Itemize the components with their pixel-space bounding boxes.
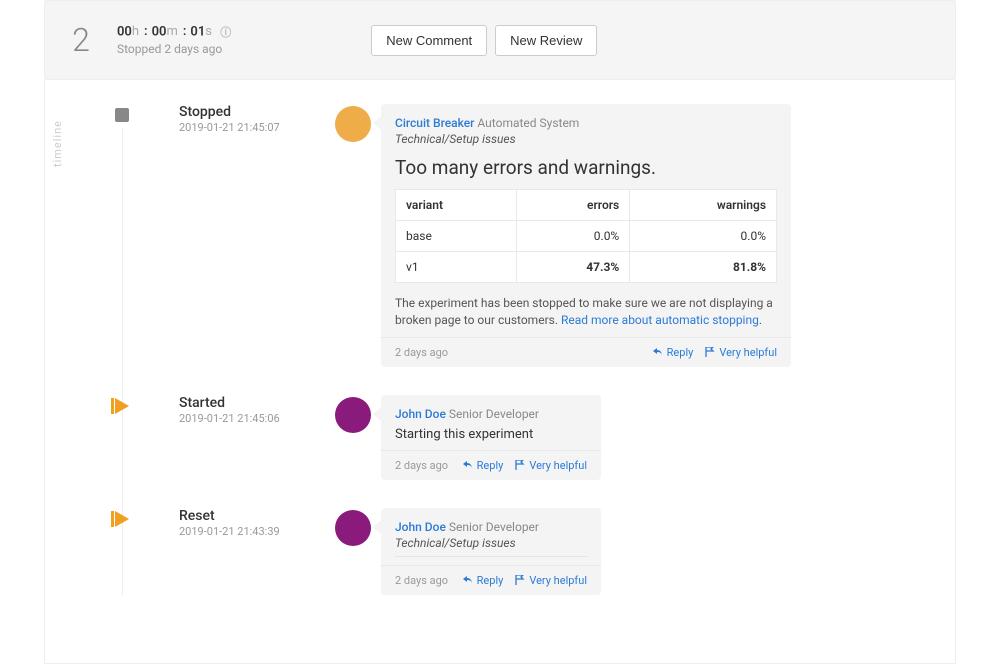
- footer-timestamp: 2 days ago: [395, 459, 451, 472]
- unit-h: h: [132, 24, 139, 39]
- elapsed-timer: 00h:00m:01s ⓘ: [117, 24, 231, 40]
- event-timestamp: 2019-01-21 21:43:39: [179, 525, 325, 538]
- comment-author-line: Circuit Breaker Automated System: [395, 116, 777, 130]
- auto-stop-link[interactable]: Read more about automatic stopping: [561, 313, 759, 327]
- timer-hours: 00: [117, 24, 132, 39]
- timer-subtext: Stopped 2 days ago: [117, 42, 231, 56]
- col-variant: variant: [396, 190, 517, 221]
- unit-s: s: [205, 24, 212, 39]
- issue-tag: Technical/Setup issues: [395, 132, 777, 146]
- avatar: [335, 510, 371, 546]
- event-title: Reset: [179, 508, 325, 524]
- comment-footer: 2 days ago Reply Very helpful: [381, 450, 601, 480]
- reply-action[interactable]: Reply: [463, 459, 504, 472]
- comment-text: Starting this experiment: [395, 427, 587, 442]
- timer-block: 00h:00m:01s ⓘ Stopped 2 days ago: [117, 24, 271, 56]
- cell-variant: v1: [396, 252, 517, 283]
- reply-action[interactable]: Reply: [653, 346, 694, 359]
- timeline-panel: timeline Stopped 2019-01-21 21:45:07 Cir…: [44, 80, 956, 664]
- timeline-label: timeline: [51, 120, 64, 167]
- explain-text: The experiment has been stopped to make …: [395, 295, 777, 329]
- author-name[interactable]: John Doe: [395, 520, 446, 534]
- info-icon[interactable]: ⓘ: [220, 24, 231, 40]
- helpful-action[interactable]: Very helpful: [705, 346, 777, 359]
- author-role: Senior Developer: [449, 520, 539, 534]
- avatar: [335, 106, 371, 142]
- variant-table: variant errors warnings base 0.0% 0.0%: [395, 189, 777, 283]
- footer-timestamp: 2 days ago: [395, 346, 641, 359]
- flag-icon: [515, 460, 525, 470]
- author-role: Automated System: [477, 116, 579, 130]
- event-title: Stopped: [179, 104, 325, 120]
- author-role: Senior Developer: [449, 407, 539, 421]
- author-name[interactable]: Circuit Breaker: [395, 116, 474, 130]
- cell-variant: base: [396, 221, 517, 252]
- timeline-event-stopped: Stopped 2019-01-21 21:45:07 Circuit Brea…: [115, 104, 935, 367]
- col-errors: errors: [517, 190, 630, 221]
- iteration-number: 2: [45, 21, 117, 59]
- header-actions: New Comment New Review: [371, 25, 597, 56]
- new-comment-button[interactable]: New Comment: [371, 25, 487, 56]
- comment-author-line: John Doe Senior Developer: [395, 520, 587, 534]
- author-name[interactable]: John Doe: [395, 407, 446, 421]
- table-row: v1 47.3% 81.8%: [396, 252, 777, 283]
- helpful-action[interactable]: Very helpful: [515, 459, 587, 472]
- header-bar: 2 00h:00m:01s ⓘ Stopped 2 days ago New C…: [44, 0, 956, 80]
- comment-author-line: John Doe Senior Developer: [395, 407, 587, 421]
- play-icon: [115, 511, 129, 527]
- timeline-event-started: Started 2019-01-21 21:45:06 John Doe Sen…: [115, 395, 935, 480]
- reply-action[interactable]: Reply: [463, 574, 504, 587]
- avatar: [335, 397, 371, 433]
- table-row: base 0.0% 0.0%: [396, 221, 777, 252]
- event-title: Started: [179, 395, 325, 411]
- helpful-action[interactable]: Very helpful: [515, 574, 587, 587]
- new-review-button[interactable]: New Review: [495, 25, 597, 56]
- timer-minutes: 00: [152, 24, 167, 39]
- flag-icon: [515, 575, 525, 585]
- cell-errors: 0.0%: [517, 221, 630, 252]
- issue-tag: Technical/Setup issues: [395, 536, 587, 557]
- col-warnings: warnings: [630, 190, 777, 221]
- reply-icon: [463, 575, 473, 585]
- comment-card: John Doe Senior Developer Starting this …: [381, 395, 601, 480]
- reply-icon: [463, 460, 473, 470]
- cell-warnings: 0.0%: [630, 221, 777, 252]
- unit-m: m: [166, 24, 177, 39]
- comment-footer: 2 days ago Reply Very helpful: [381, 337, 791, 367]
- footer-timestamp: 2 days ago: [395, 574, 451, 587]
- comment-card: Circuit Breaker Automated System Technic…: [381, 104, 791, 367]
- comment-footer: 2 days ago Reply Very helpful: [381, 565, 601, 595]
- cell-errors: 47.3%: [517, 252, 630, 283]
- comment-headline: Too many errors and warnings.: [395, 156, 777, 179]
- flag-icon: [705, 347, 715, 357]
- reply-icon: [653, 347, 663, 357]
- timeline-event-reset: Reset 2019-01-21 21:43:39 John Doe Senio…: [115, 508, 935, 595]
- event-timestamp: 2019-01-21 21:45:06: [179, 412, 325, 425]
- timer-seconds: 01: [190, 24, 205, 39]
- stop-icon: [115, 108, 129, 122]
- play-icon: [115, 398, 129, 414]
- comment-card: John Doe Senior Developer Technical/Setu…: [381, 508, 601, 595]
- event-timestamp: 2019-01-21 21:45:07: [179, 121, 325, 134]
- cell-warnings: 81.8%: [630, 252, 777, 283]
